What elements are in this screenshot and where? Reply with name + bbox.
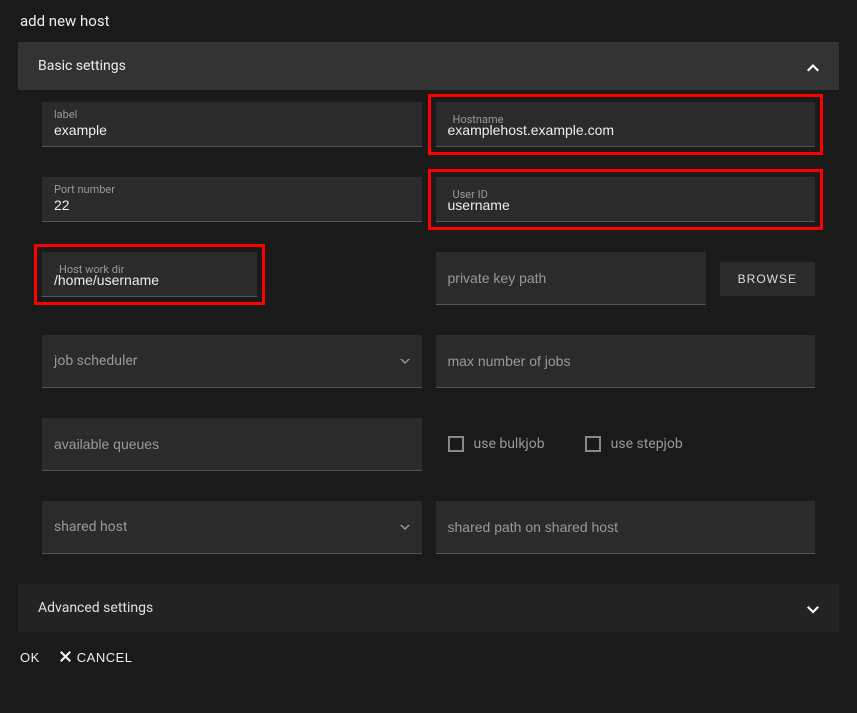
dialog-actions: OK CANCEL [0,632,857,683]
bulkjob-checkbox[interactable]: use bulkjob [448,436,545,452]
sharedhost-placeholder: shared host [54,519,127,535]
browse-button[interactable]: BROWSE [720,262,815,296]
chevron-down-icon [400,519,410,535]
advanced-settings-header[interactable]: Advanced settings [18,584,839,632]
stepjob-checkbox[interactable]: use stepjob [585,436,683,452]
workdir-highlight: Host work dir [34,244,265,305]
close-icon [60,650,71,665]
maxjobs-input[interactable] [436,335,816,388]
stepjob-label: use stepjob [611,436,683,452]
scheduler-select[interactable]: job scheduler [42,335,422,388]
queues-input[interactable] [42,418,422,471]
chevron-down-icon [400,353,410,369]
userid-highlight: User ID [428,169,824,230]
privatekey-input[interactable] [436,252,706,305]
scheduler-placeholder: job scheduler [54,353,138,369]
advanced-settings-label: Advanced settings [38,600,153,616]
hostname-input[interactable] [436,102,816,147]
bulkjob-label: use bulkjob [474,436,545,452]
cancel-label: CANCEL [77,650,133,665]
ok-button[interactable]: OK [20,650,40,665]
checkbox-box-icon [585,436,601,452]
sharedpath-input[interactable] [436,501,816,554]
checkbox-box-icon [448,436,464,452]
port-input[interactable] [42,177,422,222]
cancel-button[interactable]: CANCEL [60,650,133,665]
label-input[interactable] [42,102,422,147]
workdir-input[interactable] [42,252,257,297]
sharedhost-select[interactable]: shared host [42,501,422,554]
userid-input[interactable] [436,177,816,222]
chevron-down-icon [807,602,819,614]
basic-settings-label: Basic settings [38,58,126,74]
basic-settings-header[interactable]: Basic settings [18,42,839,90]
dialog-title: add new host [0,0,857,42]
hostname-highlight: Hostname [428,94,824,155]
basic-settings-body: label Hostname Port number User ID Host … [0,102,857,554]
chevron-up-icon [807,60,819,72]
